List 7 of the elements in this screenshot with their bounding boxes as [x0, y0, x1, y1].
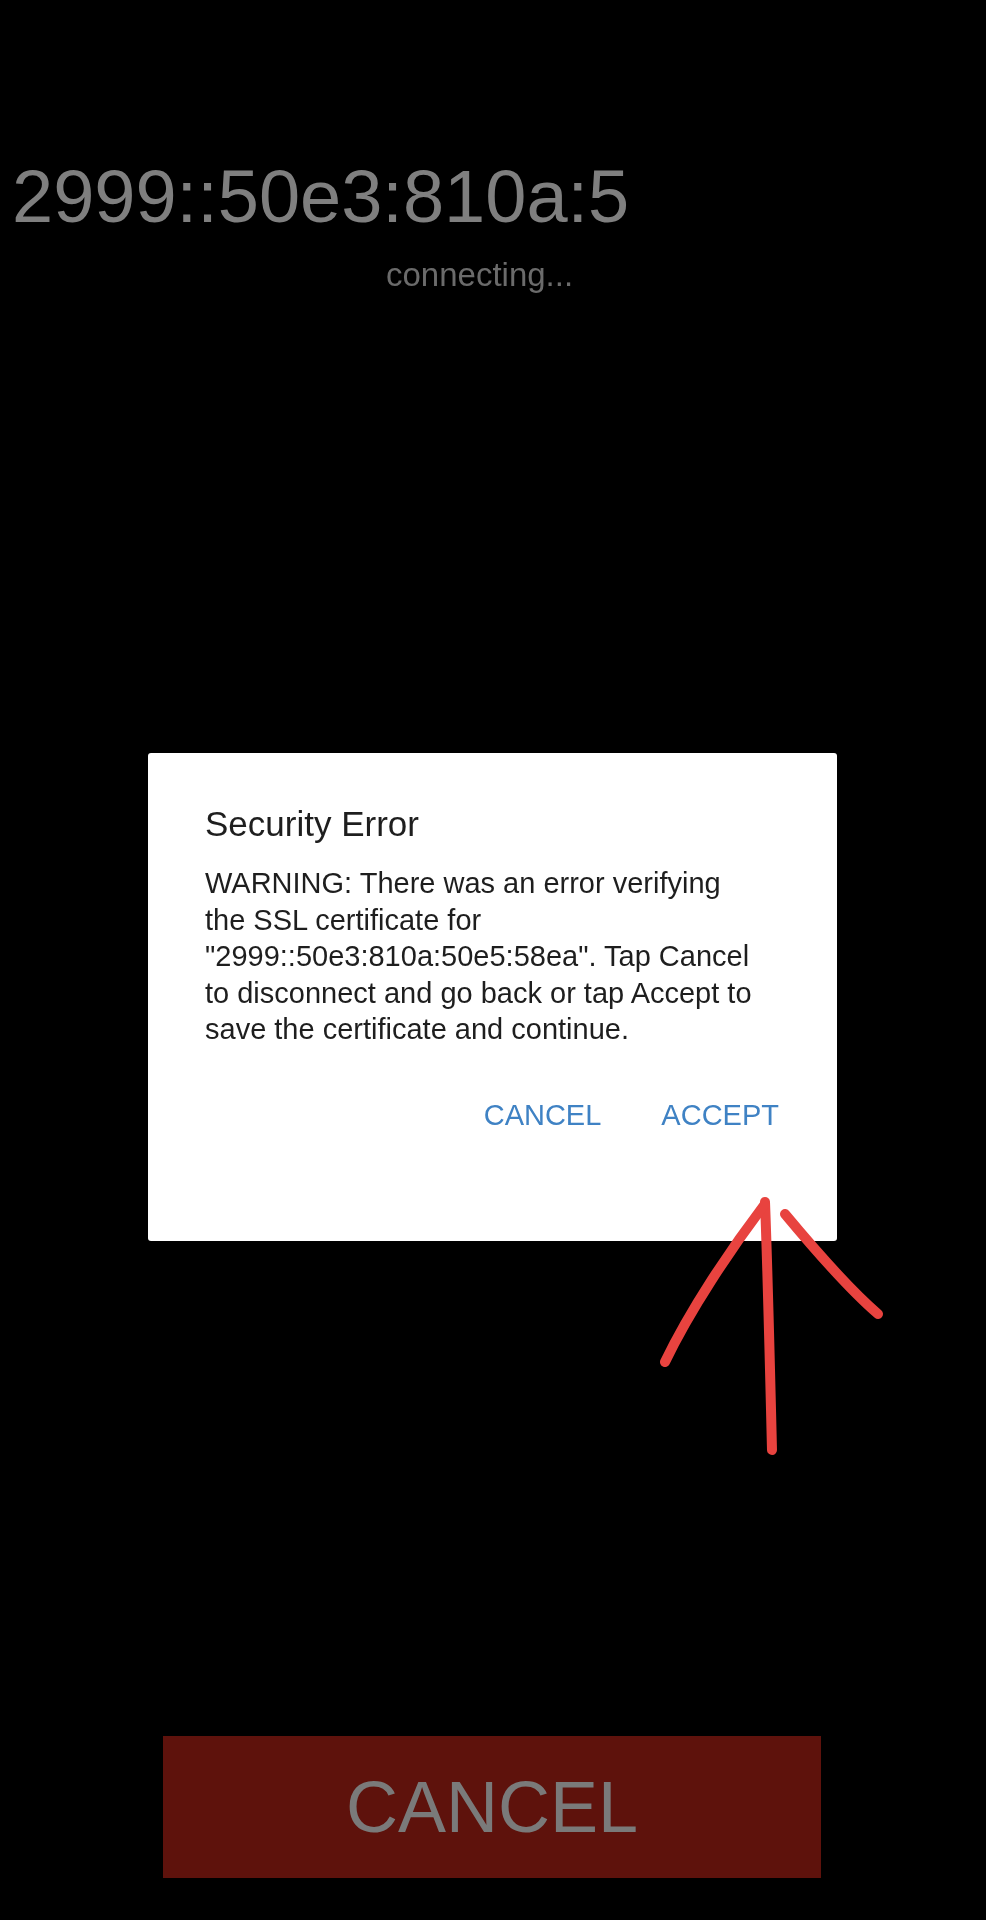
dialog-message: WARNING: There was an error verifying the SSL certificate for "2999::50e3:810a:50e5:58ea". Tap Cancel to disconnect and go back or tap Accept to save the certificate and continue.: [205, 866, 753, 1048]
connection-status: connecting...: [386, 257, 574, 294]
host-address: 2999::50e3:810a:5: [12, 160, 630, 234]
dialog-title: Security Error: [205, 803, 419, 846]
dialog-button[interactable]: ACCEPT: [661, 1097, 779, 1133]
cancel-button[interactable]: CANCEL: [163, 1736, 821, 1879]
dialog-button[interactable]: CANCEL: [483, 1097, 602, 1133]
